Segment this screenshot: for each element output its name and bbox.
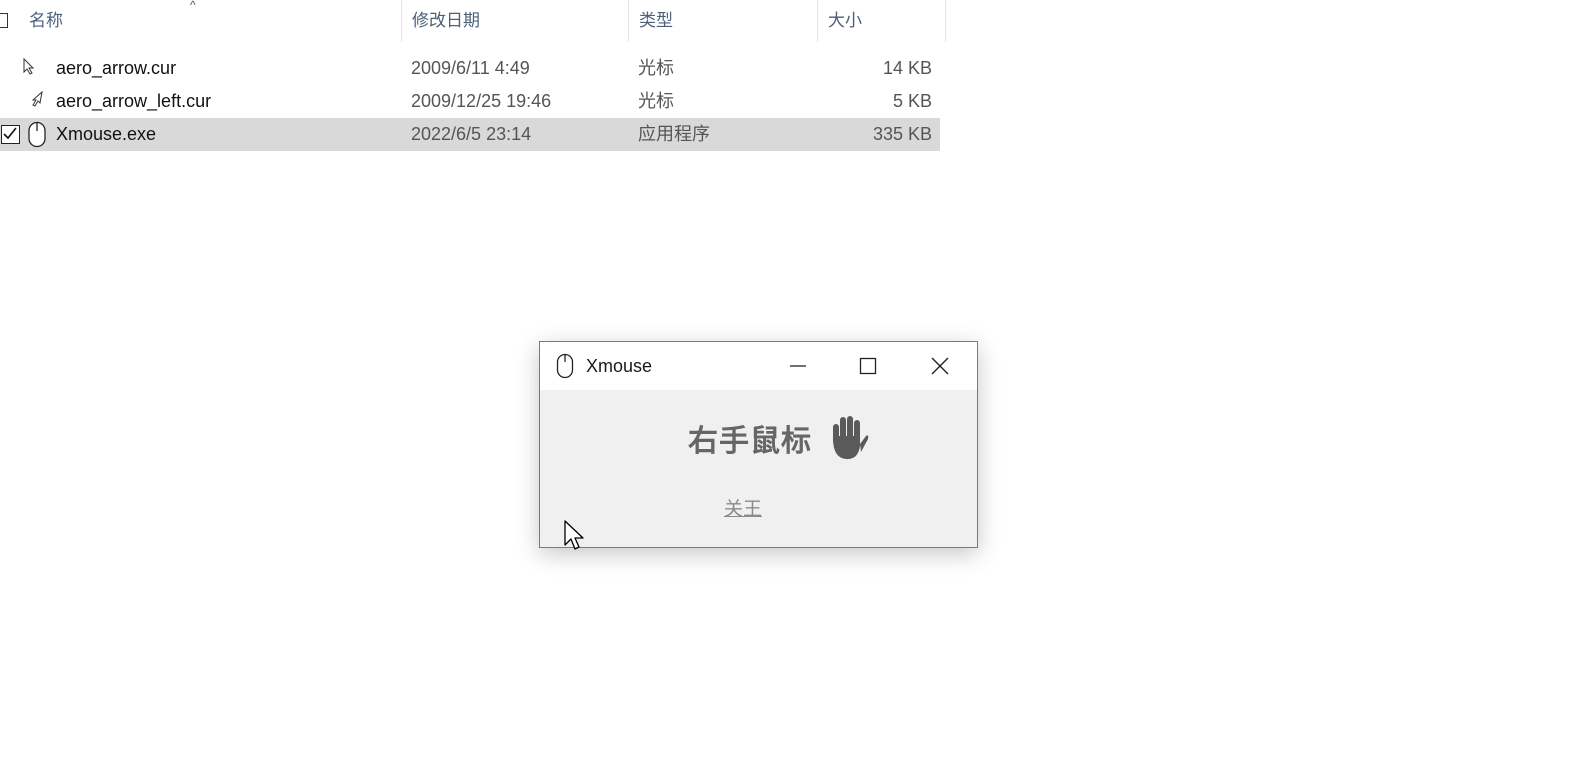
xmouse-window: Xmouse 右手鼠标 关王	[539, 341, 978, 548]
mouse-icon	[556, 353, 574, 384]
close-icon	[931, 357, 949, 375]
close-button[interactable]	[912, 342, 968, 390]
row-checkbox[interactable]	[1, 125, 20, 144]
column-header-name[interactable]: 名称	[19, 0, 402, 42]
file-name: aero_arrow.cur	[56, 58, 177, 78]
file-date: 2009/12/25 19:46	[411, 91, 552, 111]
hand-icon[interactable]	[824, 414, 870, 467]
minimize-icon	[790, 365, 806, 367]
sort-ascending-icon: ^	[190, 0, 196, 12]
window-titlebar[interactable]: Xmouse	[540, 342, 977, 390]
column-header-type-label: 类型	[639, 11, 673, 30]
window-title: Xmouse	[586, 356, 653, 376]
file-name: aero_arrow_left.cur	[56, 91, 212, 111]
file-type: 光标	[638, 58, 674, 78]
file-type: 光标	[638, 91, 674, 111]
file-size: 335 KB	[872, 124, 932, 144]
file-name: Xmouse.exe	[56, 124, 157, 144]
column-header-date[interactable]: 修改日期	[402, 0, 629, 42]
mouse-icon	[27, 121, 47, 159]
file-date: 2022/6/5 23:14	[411, 124, 532, 144]
file-type: 应用程序	[638, 124, 710, 144]
cursor-file-icon	[22, 55, 36, 88]
file-size: 5 KB	[892, 91, 932, 111]
mouse-pointer-icon	[563, 519, 585, 558]
column-header-size[interactable]: 大小	[818, 0, 946, 42]
maximize-button[interactable]	[840, 342, 896, 390]
maximize-icon	[859, 357, 877, 375]
close-link[interactable]: 关王	[724, 494, 762, 521]
file-row[interactable]: aero_arrow_left.cur 2009/12/25 19:46 光标 …	[0, 85, 940, 118]
column-header-name-label: 名称	[29, 11, 63, 30]
column-header-date-label: 修改日期	[412, 11, 480, 30]
file-date: 2009/6/11 4:49	[411, 58, 530, 78]
column-header-type[interactable]: 类型	[629, 0, 818, 42]
mode-label: 右手鼠标	[688, 425, 812, 458]
column-header-size-label: 大小	[828, 11, 862, 30]
file-row[interactable]: aero_arrow.cur 2009/6/11 4:49 光标 14 KB	[0, 52, 940, 85]
left-cursor-file-icon	[30, 88, 44, 121]
minimize-button[interactable]	[770, 342, 826, 390]
select-all-checkbox[interactable]	[0, 13, 8, 28]
file-row-selected[interactable]: Xmouse.exe 2022/6/5 23:14 应用程序 335 KB	[0, 118, 940, 151]
file-size: 14 KB	[882, 58, 932, 78]
column-header-bar: 名称 ^ 修改日期 类型 大小	[0, 0, 946, 42]
